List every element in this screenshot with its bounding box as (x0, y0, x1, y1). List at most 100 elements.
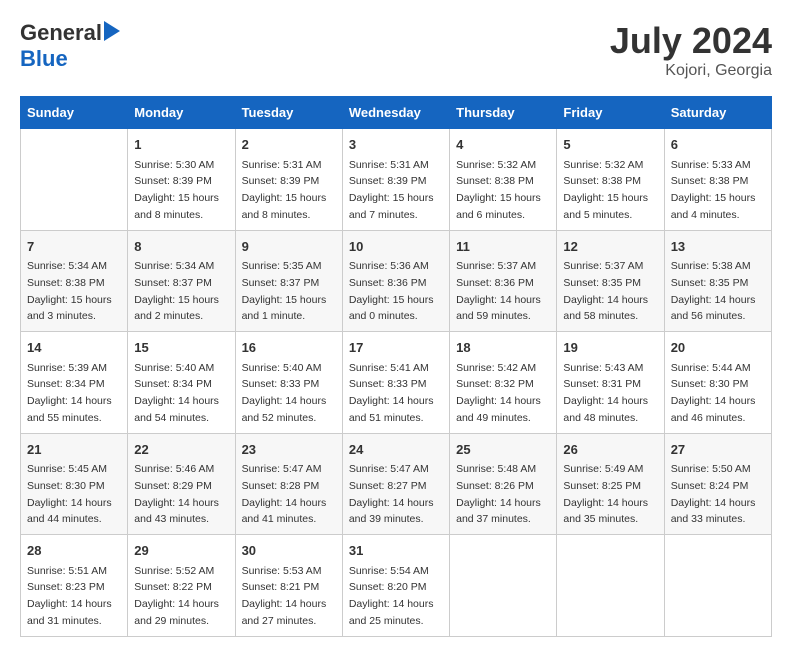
logo: General Blue (20, 20, 120, 72)
day-info: Sunrise: 5:42 AMSunset: 8:32 PMDaylight:… (456, 362, 541, 424)
tuesday-header: Tuesday (235, 97, 342, 129)
day-info: Sunrise: 5:43 AMSunset: 8:31 PMDaylight:… (563, 362, 648, 424)
week-row-2: 7 Sunrise: 5:34 AMSunset: 8:38 PMDaylight… (21, 230, 772, 332)
day-number: 17 (349, 338, 443, 358)
cell-w5-d1: 28 Sunrise: 5:51 AMSunset: 8:23 PMDayligh… (21, 535, 128, 637)
day-info: Sunrise: 5:52 AMSunset: 8:22 PMDaylight:… (134, 565, 219, 627)
day-number: 29 (134, 541, 228, 561)
cell-w5-d4: 31 Sunrise: 5:54 AMSunset: 8:20 PMDayligh… (342, 535, 449, 637)
day-info: Sunrise: 5:31 AMSunset: 8:39 PMDaylight:… (349, 159, 434, 221)
title-block: July 2024 Kojori, Georgia (610, 20, 772, 80)
week-row-1: 1Sunrise: 5:30 AMSunset: 8:39 PMDaylight… (21, 129, 772, 231)
week-row-5: 28 Sunrise: 5:51 AMSunset: 8:23 PMDayligh… (21, 535, 772, 637)
day-number: 12 (563, 237, 657, 257)
day-number: 16 (242, 338, 336, 358)
cell-w1-d1 (21, 129, 128, 231)
day-number: 11 (456, 237, 550, 257)
wednesday-header: Wednesday (342, 97, 449, 129)
cell-w1-d2: 1Sunrise: 5:30 AMSunset: 8:39 PMDaylight… (128, 129, 235, 231)
week-row-4: 21Sunrise: 5:45 AMSunset: 8:30 PMDayligh… (21, 433, 772, 535)
day-number: 31 (349, 541, 443, 561)
location: Kojori, Georgia (610, 62, 772, 80)
day-number: 4 (456, 135, 550, 155)
cell-w2-d5: 11 Sunrise: 5:37 AMSunset: 8:36 PMDayligh… (450, 230, 557, 332)
cell-w2-d1: 7 Sunrise: 5:34 AMSunset: 8:38 PMDaylight… (21, 230, 128, 332)
cell-w1-d3: 2 Sunrise: 5:31 AMSunset: 8:39 PMDaylight… (235, 129, 342, 231)
logo-arrow-icon (104, 21, 120, 46)
day-info: Sunrise: 5:33 AMSunset: 8:38 PMDaylight:… (671, 159, 756, 221)
cell-w1-d7: 6 Sunrise: 5:33 AMSunset: 8:38 PMDaylight… (664, 129, 771, 231)
day-info: Sunrise: 5:44 AMSunset: 8:30 PMDaylight:… (671, 362, 756, 424)
cell-w1-d4: 3 Sunrise: 5:31 AMSunset: 8:39 PMDaylight… (342, 129, 449, 231)
day-number: 19 (563, 338, 657, 358)
day-number: 28 (27, 541, 121, 561)
cell-w4-d2: 22 Sunrise: 5:46 AMSunset: 8:29 PMDayligh… (128, 433, 235, 535)
day-info: Sunrise: 5:37 AMSunset: 8:36 PMDaylight:… (456, 260, 541, 322)
cell-w4-d3: 23Sunrise: 5:47 AMSunset: 8:28 PMDayligh… (235, 433, 342, 535)
day-info: Sunrise: 5:31 AMSunset: 8:39 PMDaylight:… (242, 159, 327, 221)
day-number: 14 (27, 338, 121, 358)
cell-w3-d6: 19 Sunrise: 5:43 AMSunset: 8:31 PMDayligh… (557, 332, 664, 434)
cell-w3-d3: 16 Sunrise: 5:40 AMSunset: 8:33 PMDayligh… (235, 332, 342, 434)
days-row: Sunday Monday Tuesday Wednesday Thursday… (21, 97, 772, 129)
day-info: Sunrise: 5:40 AMSunset: 8:34 PMDaylight:… (134, 362, 219, 424)
cell-w4-d5: 25Sunrise: 5:48 AMSunset: 8:26 PMDayligh… (450, 433, 557, 535)
cell-w2-d2: 8 Sunrise: 5:34 AMSunset: 8:37 PMDaylight… (128, 230, 235, 332)
cell-w5-d7 (664, 535, 771, 637)
day-number: 13 (671, 237, 765, 257)
cell-w2-d7: 13 Sunrise: 5:38 AMSunset: 8:35 PMDayligh… (664, 230, 771, 332)
day-number: 8 (134, 237, 228, 257)
day-info: Sunrise: 5:49 AMSunset: 8:25 PMDaylight:… (563, 463, 648, 525)
day-number: 2 (242, 135, 336, 155)
cell-w1-d5: 4 Sunrise: 5:32 AMSunset: 8:38 PMDaylight… (450, 129, 557, 231)
day-info: Sunrise: 5:47 AMSunset: 8:27 PMDaylight:… (349, 463, 434, 525)
day-number: 24 (349, 440, 443, 460)
day-number: 7 (27, 237, 121, 257)
cell-w3-d5: 18Sunrise: 5:42 AMSunset: 8:32 PMDayligh… (450, 332, 557, 434)
logo-blue-text: Blue (20, 46, 68, 71)
day-info: Sunrise: 5:34 AMSunset: 8:37 PMDaylight:… (134, 260, 219, 322)
cell-w4-d1: 21Sunrise: 5:45 AMSunset: 8:30 PMDayligh… (21, 433, 128, 535)
day-info: Sunrise: 5:45 AMSunset: 8:30 PMDaylight:… (27, 463, 112, 525)
month-year: July 2024 (610, 20, 772, 62)
day-number: 10 (349, 237, 443, 257)
cell-w3-d1: 14Sunrise: 5:39 AMSunset: 8:34 PMDayligh… (21, 332, 128, 434)
day-number: 3 (349, 135, 443, 155)
day-number: 27 (671, 440, 765, 460)
day-number: 20 (671, 338, 765, 358)
day-number: 5 (563, 135, 657, 155)
day-info: Sunrise: 5:50 AMSunset: 8:24 PMDaylight:… (671, 463, 756, 525)
day-number: 6 (671, 135, 765, 155)
day-number: 1 (134, 135, 228, 155)
day-info: Sunrise: 5:41 AMSunset: 8:33 PMDaylight:… (349, 362, 434, 424)
calendar-body: 1Sunrise: 5:30 AMSunset: 8:39 PMDaylight… (21, 129, 772, 637)
day-info: Sunrise: 5:32 AMSunset: 8:38 PMDaylight:… (563, 159, 648, 221)
cell-w5-d2: 29 Sunrise: 5:52 AMSunset: 8:22 PMDayligh… (128, 535, 235, 637)
day-info: Sunrise: 5:32 AMSunset: 8:38 PMDaylight:… (456, 159, 541, 221)
cell-w5-d3: 30 Sunrise: 5:53 AMSunset: 8:21 PMDayligh… (235, 535, 342, 637)
calendar-table: Sunday Monday Tuesday Wednesday Thursday… (20, 96, 772, 637)
day-number: 30 (242, 541, 336, 561)
day-info: Sunrise: 5:46 AMSunset: 8:29 PMDaylight:… (134, 463, 219, 525)
day-info: Sunrise: 5:34 AMSunset: 8:38 PMDaylight:… (27, 260, 112, 322)
cell-w2-d6: 12 Sunrise: 5:37 AMSunset: 8:35 PMDayligh… (557, 230, 664, 332)
day-info: Sunrise: 5:53 AMSunset: 8:21 PMDaylight:… (242, 565, 327, 627)
day-info: Sunrise: 5:38 AMSunset: 8:35 PMDaylight:… (671, 260, 756, 322)
cell-w2-d3: 9Sunrise: 5:35 AMSunset: 8:37 PMDaylight… (235, 230, 342, 332)
day-info: Sunrise: 5:40 AMSunset: 8:33 PMDaylight:… (242, 362, 327, 424)
cell-w5-d5 (450, 535, 557, 637)
day-info: Sunrise: 5:37 AMSunset: 8:35 PMDaylight:… (563, 260, 648, 322)
page-header: General Blue July 2024 Kojori, Georgia (20, 20, 772, 80)
day-info: Sunrise: 5:54 AMSunset: 8:20 PMDaylight:… (349, 565, 434, 627)
calendar-header: Sunday Monday Tuesday Wednesday Thursday… (21, 97, 772, 129)
day-info: Sunrise: 5:51 AMSunset: 8:23 PMDaylight:… (27, 565, 112, 627)
thursday-header: Thursday (450, 97, 557, 129)
cell-w4-d6: 26Sunrise: 5:49 AMSunset: 8:25 PMDayligh… (557, 433, 664, 535)
day-info: Sunrise: 5:48 AMSunset: 8:26 PMDaylight:… (456, 463, 541, 525)
cell-w4-d4: 24 Sunrise: 5:47 AMSunset: 8:27 PMDayligh… (342, 433, 449, 535)
cell-w5-d6 (557, 535, 664, 637)
saturday-header: Saturday (664, 97, 771, 129)
day-number: 22 (134, 440, 228, 460)
monday-header: Monday (128, 97, 235, 129)
day-info: Sunrise: 5:36 AMSunset: 8:36 PMDaylight:… (349, 260, 434, 322)
